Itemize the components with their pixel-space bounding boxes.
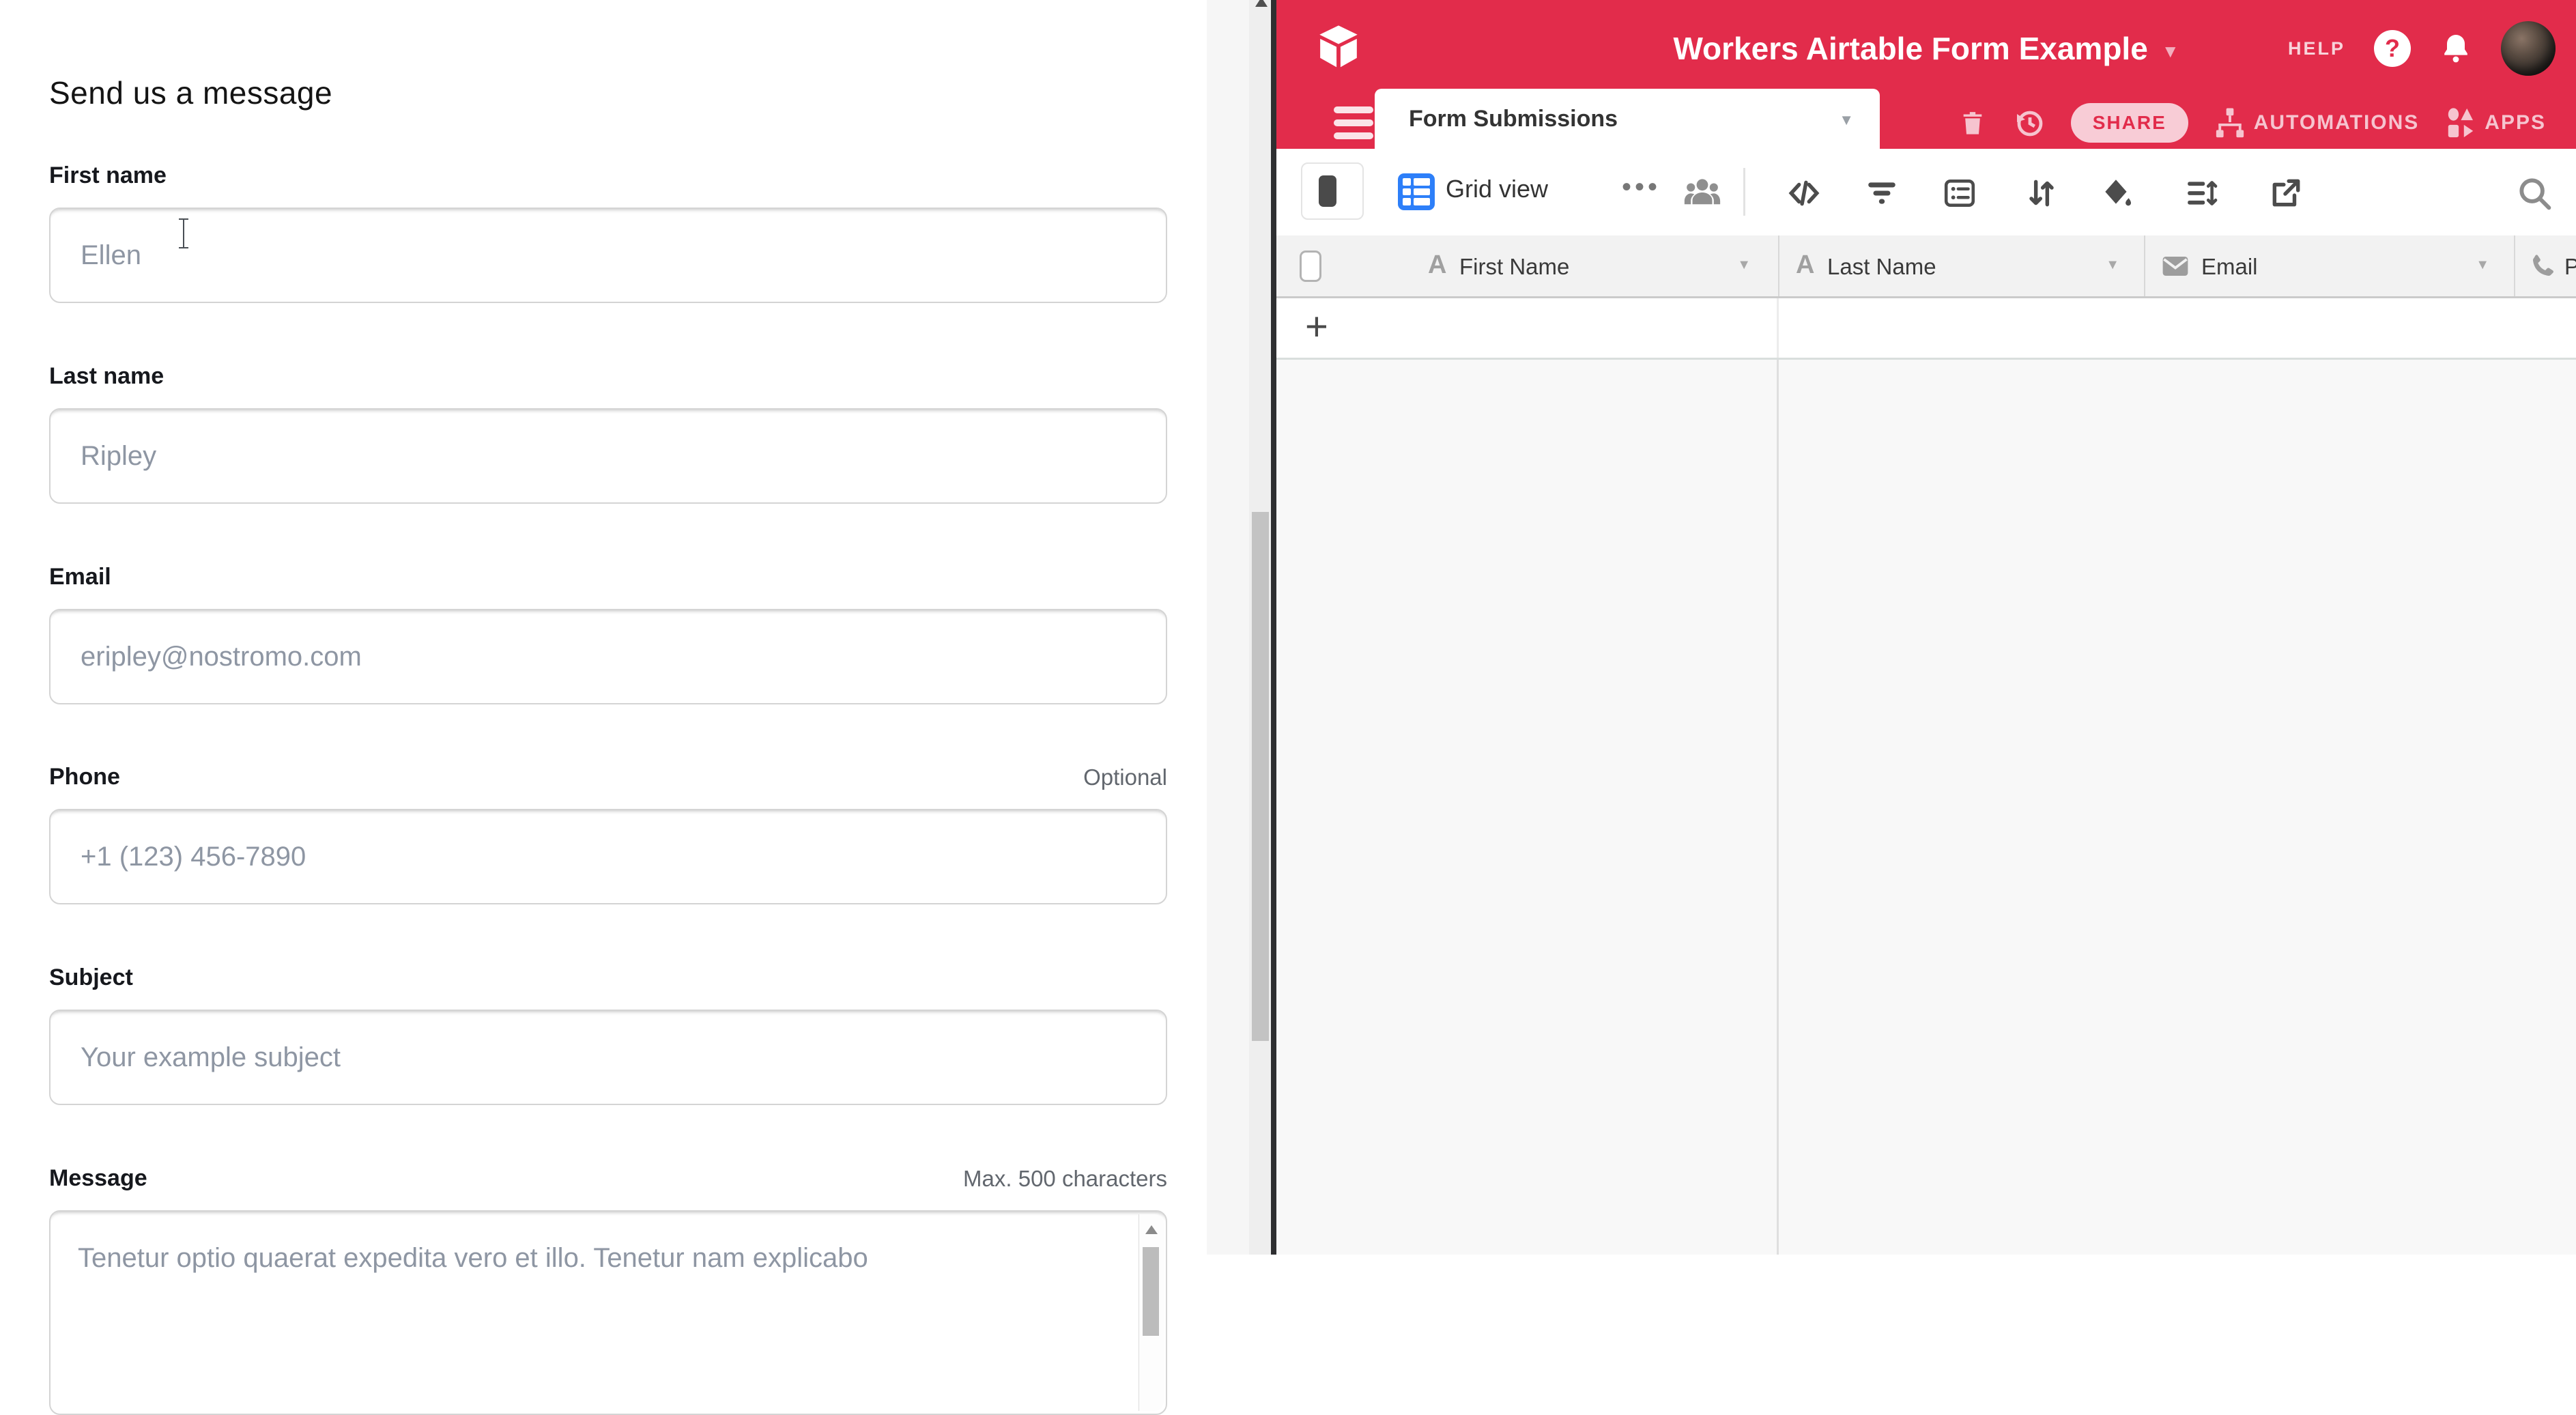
text-field-type-icon: A xyxy=(1428,251,1446,280)
column-divider xyxy=(1777,360,1779,1255)
email-field[interactable] xyxy=(49,609,1167,704)
user-avatar[interactable] xyxy=(2501,21,2556,76)
sort-icon[interactable] xyxy=(2024,176,2059,210)
filter-icon[interactable] xyxy=(1865,176,1899,210)
view-name-label[interactable]: Grid view xyxy=(1446,175,1548,203)
notifications-bell-icon[interactable] xyxy=(2439,32,2472,65)
column-header-phone[interactable]: Phone xyxy=(2515,235,2576,296)
chevron-down-icon[interactable]: ▼ xyxy=(2162,35,2179,62)
share-button[interactable]: SHARE xyxy=(2071,103,2188,143)
apps-label: APPS xyxy=(2485,111,2546,134)
subject-label: Subject xyxy=(49,962,1167,993)
column-header-email[interactable]: Email ▼ xyxy=(2145,235,2515,296)
last-name-input[interactable] xyxy=(49,408,1167,504)
search-icon[interactable] xyxy=(2516,175,2553,212)
toolbar-divider xyxy=(1743,168,1745,216)
text-field-type-icon: A xyxy=(1796,251,1814,280)
scroll-up-icon[interactable] xyxy=(1145,1225,1158,1234)
tab-form-submissions[interactable]: Form Submissions ▼ xyxy=(1375,89,1880,149)
group-icon[interactable] xyxy=(1943,176,1977,210)
column-name: First Name xyxy=(1459,254,1569,280)
last-name-group: Last name xyxy=(49,360,1167,392)
phone-field-type-icon xyxy=(2528,252,2558,281)
airtable-topbar: Workers Airtable Form Example ▼ HELP ? F… xyxy=(1276,0,2576,149)
textarea-scrollbar[interactable] xyxy=(1139,1214,1164,1411)
message-group: Message Max. 500 characters xyxy=(49,1162,1167,1194)
column-name: Phone xyxy=(2564,254,2576,280)
form-title: Send us a message xyxy=(49,74,332,111)
add-record-plus-icon[interactable]: + xyxy=(1305,304,1328,349)
trash-icon[interactable] xyxy=(1959,108,1986,138)
grid-header-row: A First Name ▼ A Last Name ▼ Email ▼ Pho… xyxy=(1276,235,2576,298)
subject-input[interactable] xyxy=(49,1010,1167,1105)
page-scrollbar-thumb[interactable] xyxy=(1252,512,1269,1041)
view-toolbar: Grid view ••• xyxy=(1276,149,2576,235)
pane-gutter xyxy=(1207,0,1249,1255)
first-name-label: First name xyxy=(49,160,1167,191)
hide-fields-code-icon[interactable] xyxy=(1787,176,1821,210)
first-name-group: First name xyxy=(49,160,1167,191)
phone-field[interactable] xyxy=(49,809,1167,904)
grid-empty-area xyxy=(1276,360,2576,1255)
menu-hamburger-icon[interactable] xyxy=(1334,106,1373,139)
column-divider xyxy=(1777,298,1779,358)
topbar-right-cluster: HELP ? xyxy=(2288,0,2556,97)
table-tabs-bar: Form Submissions ▼ SHARE xyxy=(1276,97,2576,149)
color-paint-icon[interactable] xyxy=(2100,176,2134,210)
apps-button[interactable]: APPS xyxy=(2445,107,2546,139)
subject-group: Subject xyxy=(49,962,1167,993)
last-name-label: Last name xyxy=(49,360,1167,392)
automations-label: AUTOMATIONS xyxy=(2254,111,2420,134)
contact-form-pane: Send us a message First name Last name E… xyxy=(0,0,1249,1255)
row-height-icon[interactable] xyxy=(2184,176,2218,210)
help-circle-icon[interactable]: ? xyxy=(2374,30,2411,67)
collaborators-icon[interactable] xyxy=(1683,173,1721,212)
text-cursor-icon xyxy=(179,218,188,248)
add-record-row[interactable]: + xyxy=(1276,298,2576,360)
automations-button[interactable]: AUTOMATIONS xyxy=(2214,107,2420,139)
chevron-down-icon[interactable]: ▼ xyxy=(1737,257,1751,273)
phone-optional-note: Optional xyxy=(1083,764,1167,790)
sidebar-panel-icon xyxy=(1319,175,1336,207)
column-name: Last Name xyxy=(1827,254,1936,280)
select-all-checkbox[interactable] xyxy=(1300,251,1321,282)
chevron-down-icon[interactable]: ▼ xyxy=(1839,109,1854,129)
phone-label: Phone xyxy=(49,761,1167,792)
view-options-dots-icon[interactable]: ••• xyxy=(1622,172,1661,203)
first-name-input[interactable] xyxy=(49,208,1167,303)
email-field-type-icon xyxy=(2160,252,2190,281)
apps-icon xyxy=(2445,107,2476,139)
base-title[interactable]: Workers Airtable Form Example xyxy=(1673,30,2147,67)
scroll-up-icon[interactable] xyxy=(1255,0,1268,7)
window-divider xyxy=(1271,0,1276,1255)
chevron-down-icon[interactable]: ▼ xyxy=(2106,257,2119,273)
airtable-window: Workers Airtable Form Example ▼ HELP ? F… xyxy=(1276,0,2576,1255)
email-group: Email xyxy=(49,561,1167,592)
automations-icon xyxy=(2214,107,2246,139)
email-label: Email xyxy=(49,561,1167,592)
view-sidebar-toggle-button[interactable] xyxy=(1301,162,1364,220)
column-header-last-name[interactable]: A Last Name ▼ xyxy=(1779,235,2145,296)
column-name: Email xyxy=(2201,254,2258,280)
message-max-note: Max. 500 characters xyxy=(963,1166,1167,1192)
phone-group: Phone Optional xyxy=(49,761,1167,792)
scrollbar-thumb[interactable] xyxy=(1143,1247,1159,1336)
history-icon[interactable] xyxy=(2012,106,2045,139)
message-textarea[interactable] xyxy=(49,1210,1167,1415)
column-header-first-name[interactable]: A First Name ▼ xyxy=(1276,235,1779,296)
help-button[interactable]: HELP xyxy=(2288,38,2345,59)
tabsbar-right-cluster: SHARE AUTOMATIONS xyxy=(1959,97,2546,149)
grid-view-icon xyxy=(1398,173,1435,210)
active-tab-label: Form Submissions xyxy=(1375,106,1618,132)
chevron-down-icon[interactable]: ▼ xyxy=(2476,257,2489,273)
share-view-export-icon[interactable] xyxy=(2269,176,2303,210)
